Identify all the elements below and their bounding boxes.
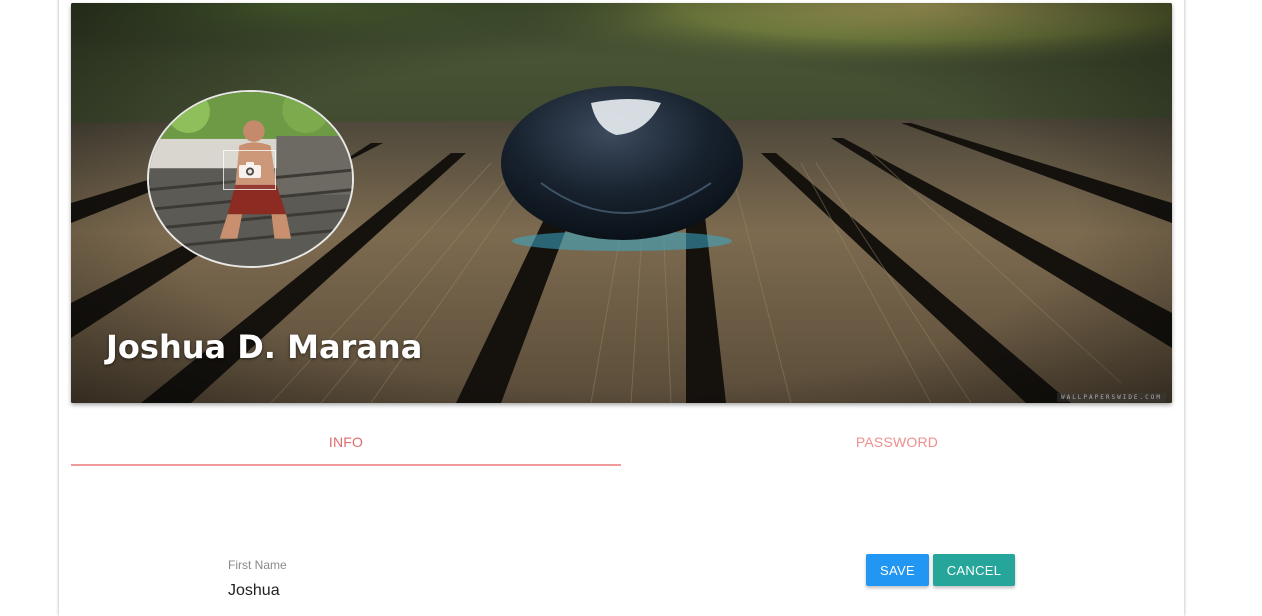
save-button[interactable]: SAVE — [866, 554, 929, 586]
tab-password[interactable]: PASSWORD — [622, 420, 1172, 464]
cover-photo: Joshua D. Marana WALLPAPERSWIDE.COM — [71, 3, 1172, 403]
first-name-label: First Name — [228, 558, 287, 572]
cover-watermark: WALLPAPERSWIDE.COM — [1056, 393, 1166, 402]
cancel-button[interactable]: CANCEL — [933, 554, 1015, 586]
tab-info[interactable]: INFO — [71, 420, 621, 464]
profile-tabs: INFO PASSWORD — [71, 420, 1172, 466]
first-name-field[interactable] — [228, 582, 528, 600]
camera-icon — [238, 162, 261, 178]
change-avatar-button[interactable] — [223, 150, 276, 190]
tab-active-indicator — [71, 464, 621, 466]
profile-name: Joshua D. Marana — [106, 328, 423, 366]
